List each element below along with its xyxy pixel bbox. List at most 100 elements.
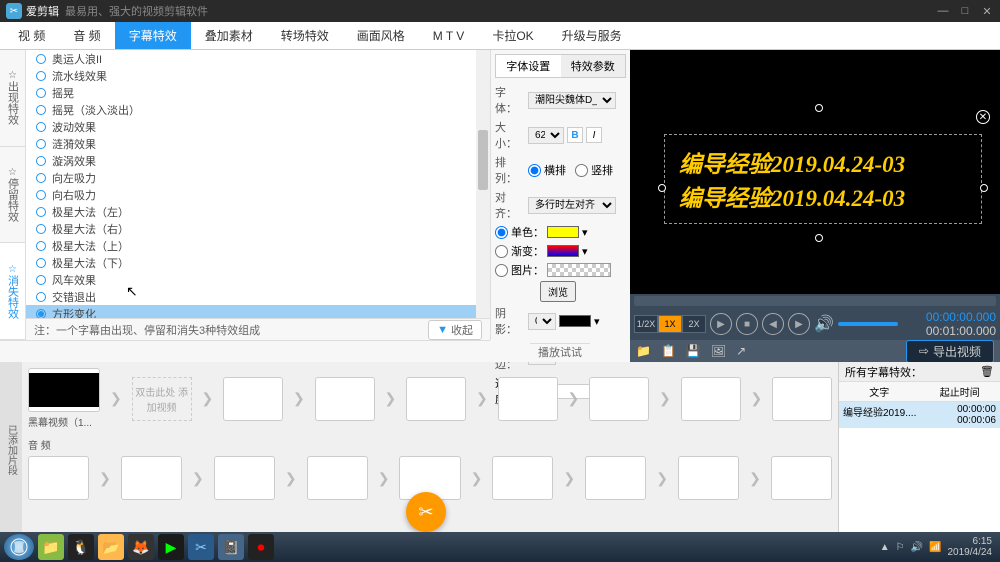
- effect-item[interactable]: 交错退出: [26, 288, 490, 305]
- delete-text-button[interactable]: ✕: [976, 110, 990, 124]
- dropdown-icon[interactable]: ▾: [582, 245, 588, 258]
- audio-slot[interactable]: [307, 456, 368, 500]
- effect-item[interactable]: 极星大法（右）: [26, 220, 490, 237]
- audio-slot[interactable]: [771, 456, 832, 500]
- maximize-button[interactable]: □: [958, 5, 972, 18]
- tab-subtitle-fx[interactable]: 字幕特效: [115, 22, 191, 49]
- arrange-v-radio[interactable]: [575, 164, 588, 177]
- gradient-swatch[interactable]: [547, 245, 579, 257]
- speed-1x[interactable]: 1X: [658, 315, 682, 333]
- prev-frame-button[interactable]: ◀: [762, 313, 784, 335]
- bold-button[interactable]: B: [567, 127, 583, 143]
- tab-audio[interactable]: 音 频: [59, 22, 114, 49]
- dropdown-icon[interactable]: ▾: [594, 315, 600, 328]
- effect-item-selected[interactable]: 方形变化: [26, 305, 490, 318]
- play-button[interactable]: ▶: [710, 313, 732, 335]
- audio-slot[interactable]: [121, 456, 182, 500]
- seek-slider[interactable]: [634, 296, 996, 306]
- close-button[interactable]: ✕: [980, 5, 994, 18]
- tab-overlay[interactable]: 叠加素材: [191, 22, 267, 49]
- audio-slot[interactable]: [214, 456, 275, 500]
- tool-icon[interactable]: 🖼: [711, 344, 726, 358]
- resize-handle[interactable]: [815, 104, 823, 112]
- props-tab-font[interactable]: 字体设置: [496, 55, 561, 77]
- audio-slot[interactable]: [585, 456, 646, 500]
- font-select[interactable]: 潮阳尖魏体D_B: [528, 92, 616, 109]
- rail-stay[interactable]: ☆停留特效: [0, 147, 25, 244]
- tab-style[interactable]: 画面风格: [343, 22, 419, 49]
- italic-button[interactable]: I: [586, 127, 602, 143]
- taskbar-icon[interactable]: ⏺: [248, 534, 274, 560]
- tray-icon[interactable]: 🔊: [911, 542, 923, 553]
- effect-item[interactable]: 流水线效果: [26, 67, 490, 84]
- tray-icon[interactable]: ⚐: [896, 542, 905, 553]
- color-solid-radio[interactable]: [495, 226, 508, 239]
- effect-item[interactable]: 风车效果: [26, 271, 490, 288]
- effect-item[interactable]: 涟漪效果: [26, 135, 490, 152]
- audio-slot[interactable]: [28, 456, 89, 500]
- preview-canvas[interactable]: ✕ 编导经验2019.04.24-03 编导经验2019.04.24-03: [634, 54, 996, 294]
- collapse-button[interactable]: ▼收起: [428, 320, 482, 340]
- effect-item[interactable]: 波动效果: [26, 118, 490, 135]
- clip-slot[interactable]: [223, 377, 283, 421]
- resize-handle[interactable]: [980, 184, 988, 192]
- taskbar-icon-active[interactable]: ✂: [188, 534, 214, 560]
- effect-item[interactable]: 漩涡效果: [26, 152, 490, 169]
- tab-mtv[interactable]: M T V: [419, 22, 479, 49]
- tab-upgrade[interactable]: 升级与服务: [548, 22, 636, 49]
- subtitle-entry[interactable]: 编导经验2019.... 00:00:0000:00:06: [839, 402, 1000, 428]
- color-grad-radio[interactable]: [495, 245, 508, 258]
- taskbar-clock[interactable]: 6:15 2019/4/24: [948, 536, 997, 558]
- resize-handle[interactable]: [658, 184, 666, 192]
- dropdown-icon[interactable]: ▾: [582, 226, 588, 239]
- props-tab-fx[interactable]: 特效参数: [561, 55, 626, 77]
- browse-button[interactable]: 浏览: [540, 281, 576, 302]
- volume-slider[interactable]: [838, 322, 898, 326]
- taskbar-icon[interactable]: 📁: [38, 534, 64, 560]
- export-button[interactable]: ⇨导出视频: [906, 340, 994, 363]
- effect-item[interactable]: 向左吸力: [26, 169, 490, 186]
- delete-icon[interactable]: 🗑: [980, 365, 994, 378]
- tray-icon[interactable]: 📶: [929, 542, 941, 553]
- rail-disappear[interactable]: ☆消失特效: [0, 243, 25, 340]
- stop-button[interactable]: ■: [736, 313, 758, 335]
- subtitle-textbox[interactable]: 编导经验2019.04.24-03 编导经验2019.04.24-03: [664, 134, 982, 224]
- tool-icon[interactable]: 💾: [686, 344, 701, 358]
- tray-icon[interactable]: ▲: [880, 542, 890, 553]
- scrollbar[interactable]: [476, 50, 490, 318]
- effect-item[interactable]: 奥运人浪II: [26, 50, 490, 67]
- shadow-select[interactable]: 0: [528, 313, 556, 330]
- start-button[interactable]: [4, 534, 34, 560]
- add-clip-button[interactable]: 双击此处 添加视频: [132, 377, 192, 421]
- tool-icon[interactable]: ↗: [736, 344, 746, 358]
- audio-slot[interactable]: [678, 456, 739, 500]
- taskbar-icon[interactable]: 📂: [98, 534, 124, 560]
- clip-slot[interactable]: [498, 377, 558, 421]
- clip-slot[interactable]: [589, 377, 649, 421]
- effect-item[interactable]: 摇晃（淡入淡出）: [26, 101, 490, 118]
- tab-karaoke[interactable]: 卡拉OK: [478, 22, 547, 49]
- size-select[interactable]: 62: [528, 127, 564, 144]
- audio-slot[interactable]: [492, 456, 553, 500]
- clip-slot[interactable]: [406, 377, 466, 421]
- effect-item[interactable]: 极星大法（下）: [26, 254, 490, 271]
- effect-list[interactable]: 奥运人浪II 流水线效果 摇晃 摇晃（淡入淡出） 波动效果 涟漪效果 漩涡效果 …: [26, 50, 490, 318]
- clip-slot[interactable]: [772, 377, 832, 421]
- taskbar-icon[interactable]: 🦊: [128, 534, 154, 560]
- color-swatch[interactable]: [547, 226, 579, 238]
- effect-item[interactable]: 摇晃: [26, 84, 490, 101]
- effect-item[interactable]: 极星大法（左）: [26, 203, 490, 220]
- play-preview-button[interactable]: 播放试试: [530, 343, 590, 360]
- clip[interactable]: 黑幕视频（1...: [28, 368, 100, 429]
- clip-slot[interactable]: [681, 377, 741, 421]
- effect-item[interactable]: 向右吸力: [26, 186, 490, 203]
- color-img-radio[interactable]: [495, 264, 508, 277]
- taskbar-icon[interactable]: ▶: [158, 534, 184, 560]
- taskbar-icon[interactable]: 🐧: [68, 534, 94, 560]
- tool-icon[interactable]: 📁: [636, 344, 651, 358]
- minimize-button[interactable]: —: [936, 5, 950, 18]
- shadow-color[interactable]: [559, 315, 591, 327]
- scrollbar-thumb[interactable]: [478, 130, 488, 190]
- resize-handle[interactable]: [815, 234, 823, 242]
- align-select[interactable]: 多行时左对齐: [528, 197, 616, 214]
